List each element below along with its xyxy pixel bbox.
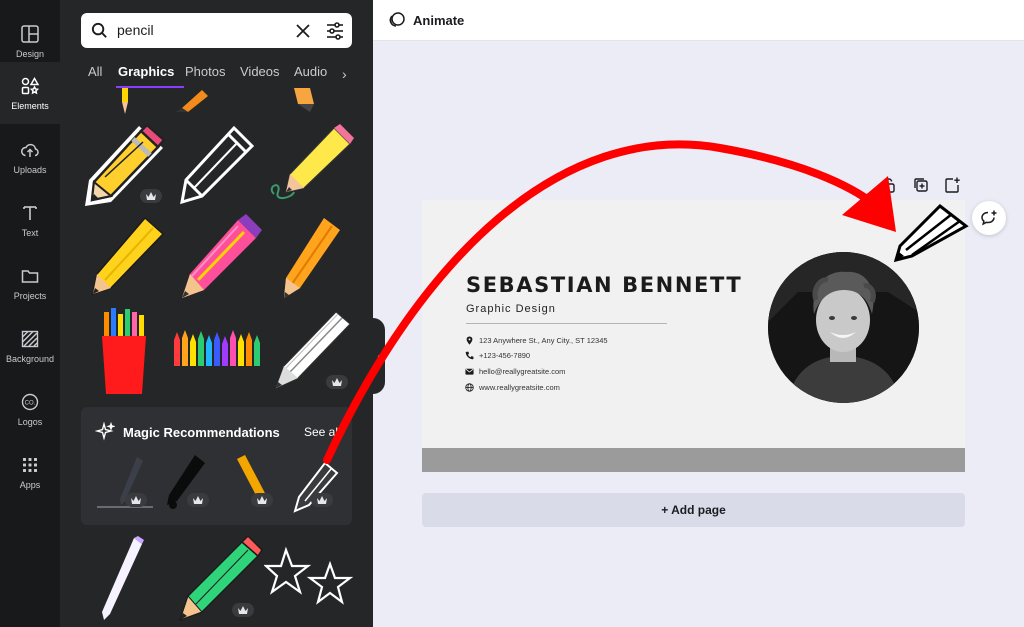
white-pen-graphic[interactable] [96,534,148,624]
rail-item-uploads[interactable]: Uploads [0,127,60,187]
yellow-pencil-scribble-graphic[interactable] [264,122,354,206]
collapse-panel-handle[interactable]: ‹ [373,318,385,394]
crown-icon [257,496,267,504]
rail-label: Logos [17,416,43,427]
folder-icon [21,269,39,283]
pink-striped-pencil-graphic[interactable] [172,212,264,304]
premium-crown-badge [125,493,147,507]
crown-icon [146,192,156,200]
rail-label: Background [5,353,55,364]
pencil-graphic-partial[interactable] [290,88,320,114]
premium-crown-badge [232,603,254,617]
background-pattern-icon [21,330,39,347]
card-role[interactable]: Graphic Design [466,303,556,315]
crown-icon [317,496,327,504]
card-contact-website[interactable]: www.reallygreatsite.com [465,383,560,392]
profile-photo[interactable] [768,252,919,403]
rail-item-elements[interactable]: Elements [0,62,60,124]
animate-label: Animate [413,12,465,28]
elements-panel: All Graphics Photos Videos Audio › [60,0,373,627]
pencil-cup-graphic[interactable] [98,306,150,396]
add-page-button[interactable]: + Add page [422,493,965,527]
add-comment-button[interactable] [972,201,1006,235]
premium-crown-badge [311,493,333,507]
card-contact-address[interactable]: 123 Anywhere St., Any City., ST 12345 [465,336,608,345]
rail-item-text[interactable]: Text [0,190,60,250]
tab-audio[interactable]: Audio [294,64,327,79]
left-rail: Design Elements Uploads Text Projects Ba… [0,0,60,627]
card-contact-email[interactable]: hello@reallygreatsite.com [465,367,565,376]
contact-text: hello@reallygreatsite.com [479,367,566,376]
sparkle-icon [95,422,115,441]
rail-label: Text [21,227,39,238]
shapes-icon [21,76,40,94]
crown-icon [238,606,248,614]
card-contact-phone[interactable]: +123-456-7890 [465,351,530,360]
premium-crown-badge [187,493,209,507]
clear-search-icon[interactable] [293,21,313,41]
tab-photos[interactable]: Photos [185,64,225,79]
hand-drawn-stars-graphic[interactable] [264,546,354,610]
tab-all[interactable]: All [88,64,102,79]
rail-label: Uploads [13,164,47,175]
layout-icon [21,24,39,43]
rail-item-background[interactable]: Background [0,316,60,376]
pencil-graphic-partial[interactable] [172,88,212,112]
text-icon [23,205,37,220]
add-page-icon[interactable] [943,176,961,194]
card-name[interactable]: SEBASTIAN BENNETT [466,273,742,297]
phone-icon [465,351,474,360]
globe-icon [465,383,474,392]
contact-text: www.reallygreatsite.com [479,383,560,392]
duplicate-page-icon[interactable] [912,176,930,194]
rail-label: Apps [19,479,41,490]
rail-item-apps[interactable]: Apps [0,442,60,502]
see-all-link[interactable]: See all [304,425,341,439]
filter-sliders-icon[interactable] [324,20,346,42]
premium-crown-badge [326,375,348,389]
orange-pencil-graphic[interactable] [272,212,350,304]
contact-text: 123 Anywhere St., Any City., ST 12345 [479,336,608,345]
animate-icon [389,12,405,27]
cloud-upload-icon [21,143,39,157]
pencil-graphic-partial[interactable] [118,88,132,116]
tab-graphics[interactable]: Graphics [118,64,174,79]
crown-icon [332,378,342,386]
rail-item-logos[interactable]: CO. Logos [0,379,60,439]
location-pin-icon [466,336,473,345]
rail-label: Projects [13,290,47,301]
mail-icon [465,368,474,375]
unlock-icon[interactable] [880,176,898,194]
search-icon [91,22,107,38]
yellow-pencil-graphic[interactable] [81,212,167,302]
animate-button[interactable]: Animate [388,11,464,29]
tab-videos[interactable]: Videos [240,64,280,79]
logo-icon: CO. [21,393,39,410]
premium-crown-badge [140,189,162,203]
magic-recommendations-title: Magic Recommendations [123,425,280,440]
colored-pencils-row-graphic[interactable] [172,328,262,368]
comment-plus-icon [981,210,997,226]
card-divider [466,323,667,324]
crown-icon [193,496,203,504]
crown-icon [131,496,141,504]
category-tabs: All Graphics Photos Videos Audio › [80,60,373,90]
editor-toolbar: Animate [373,0,1024,41]
search-input[interactable] [117,20,277,40]
chevron-right-icon[interactable]: › [342,66,347,82]
outline-pencil-graphic[interactable] [172,122,260,210]
rail-item-projects[interactable]: Projects [0,253,60,313]
apps-grid-icon [23,457,37,472]
search-bar [81,13,352,48]
premium-crown-badge [251,493,273,507]
card-footer-bar[interactable] [422,448,965,472]
svg-text:CO.: CO. [25,400,36,406]
business-card-page[interactable]: SEBASTIAN BENNETT Graphic Design 123 Any… [422,200,965,448]
contact-text: +123-456-7890 [479,351,531,360]
magic-recommendations-card: Magic Recommendations See all [81,407,352,525]
rail-label: Elements [11,100,49,111]
portrait-image [768,252,919,403]
rail-label: Design [15,48,44,59]
